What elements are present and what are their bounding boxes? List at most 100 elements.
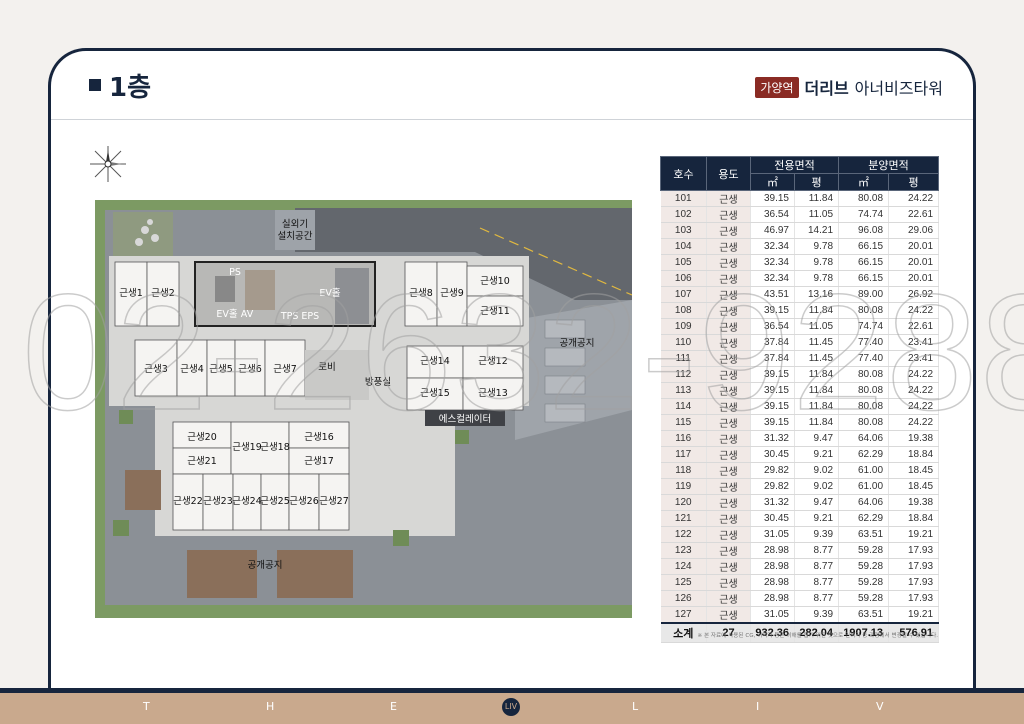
col-sale-pyeong: 평	[888, 173, 940, 191]
table-cell: 29.82	[750, 462, 795, 479]
footer-letter: T	[143, 700, 152, 713]
table-cell: 64.06	[838, 430, 890, 447]
table-cell: 23.41	[888, 350, 940, 367]
table-cell: 11.84	[794, 414, 840, 431]
table-row: 116 근생 31.32 9.47 64.06 19.38	[660, 430, 940, 447]
unit-label: 근생7	[273, 364, 297, 375]
label-open-space-right: 공개공지	[560, 338, 595, 349]
table-cell: 46.97	[750, 222, 795, 239]
table-cell: 120	[660, 494, 707, 511]
table-cell: 19.38	[888, 494, 940, 511]
table-row: 113 근생 39.15 11.84 80.08 24.22	[660, 382, 940, 399]
table-cell: 20.01	[888, 238, 940, 255]
table-row: 104 근생 32.34 9.78 66.15 20.01	[660, 238, 940, 255]
table-cell: 8.77	[794, 558, 840, 575]
table-cell: 11.84	[794, 382, 840, 399]
table-cell: 근생	[706, 286, 751, 303]
table-cell: 11.84	[794, 190, 840, 207]
table-cell: 112	[660, 366, 707, 383]
table-cell: 17.93	[888, 590, 940, 607]
table-cell: 9.39	[794, 526, 840, 543]
unit-label: 근생2	[151, 288, 175, 299]
table-cell: 근생	[706, 382, 751, 399]
table-row: 110 근생 37.84 11.45 77.40 23.41	[660, 334, 940, 351]
table-row: 111 근생 37.84 11.45 77.40 23.41	[660, 350, 940, 367]
table-cell: 39.15	[750, 302, 795, 319]
table-cell: 39.15	[750, 414, 795, 431]
station-tag: 가양역	[755, 76, 799, 98]
unit-label: 근생14	[420, 356, 450, 367]
table-cell: 근생	[706, 318, 751, 335]
table-cell: 근생	[706, 542, 751, 559]
label-ev-hall-2: EV홀	[319, 287, 341, 299]
table-cell: 39.15	[750, 190, 795, 207]
table-cell: 24.22	[888, 382, 940, 399]
table-cell: 근생	[706, 478, 751, 495]
table-cell: 26.92	[888, 286, 940, 303]
table-cell: 125	[660, 574, 707, 591]
label-open-space-bottom: 공개공지	[248, 560, 283, 571]
table-cell: 39.15	[750, 366, 795, 383]
unit-label: 근생19	[232, 442, 262, 453]
table-cell: 127	[660, 606, 707, 624]
brand-subtitle: 아너비즈타워	[854, 79, 943, 98]
table-cell: 24.22	[888, 414, 940, 431]
table-cell: 18.45	[888, 462, 940, 479]
unit-label: 근생11	[480, 306, 510, 317]
title-bullet	[89, 79, 101, 91]
table-cell: 9.78	[794, 238, 840, 255]
table-cell: 66.15	[838, 254, 890, 271]
table-cell: 28.98	[750, 542, 795, 559]
table-cell: 28.98	[750, 558, 795, 575]
table-cell: 59.28	[838, 574, 890, 591]
col-exclusive-area: 전용면적	[749, 156, 840, 174]
unit-label: 근생3	[144, 364, 168, 375]
table-cell: 63.51	[838, 606, 890, 624]
unit-label: 근생21	[187, 456, 217, 467]
lobby-area	[305, 350, 369, 400]
disclaimer-note: ※ 본 자료에 사용된 CG, 이미지 등은 이해를 돕기 위한 것으로 인허가…	[697, 633, 939, 639]
unit-label: 근생8	[409, 288, 433, 299]
table-row: 108 근생 39.15 11.84 80.08 24.22	[660, 302, 940, 319]
table-cell: 28.98	[750, 574, 795, 591]
unit-label: 근생17	[304, 456, 334, 467]
table-cell: 9.78	[794, 270, 840, 287]
table-cell: 22.61	[888, 318, 940, 335]
table-cell: 62.29	[838, 510, 890, 527]
table-cell: 근생	[706, 430, 751, 447]
unit-label: 근생15	[420, 388, 450, 399]
table-row: 103 근생 46.97 14.21 96.08 29.06	[660, 222, 940, 239]
label-ev-hall-1: EV홀	[216, 308, 238, 320]
table-cell: 근생	[706, 590, 751, 607]
table-cell: 9.21	[794, 510, 840, 527]
table-cell: 66.15	[838, 270, 890, 287]
table-cell: 121	[660, 510, 707, 527]
table-row: 105 근생 32.34 9.78 66.15 20.01	[660, 254, 940, 271]
table-cell: 103	[660, 222, 707, 239]
table-cell: 77.40	[838, 334, 890, 351]
col-ex-sqm: ㎡	[750, 173, 795, 191]
table-cell: 31.05	[750, 526, 795, 543]
unit-label: 근생13	[478, 388, 508, 399]
table-cell: 80.08	[838, 398, 890, 415]
table-row: 106 근생 32.34 9.78 66.15 20.01	[660, 270, 940, 287]
brand-name: 더리브	[804, 79, 849, 98]
table-cell: 17.93	[888, 558, 940, 575]
table-cell: 31.32	[750, 494, 795, 511]
table-row: 102 근생 36.54 11.05 74.74 22.61	[660, 206, 940, 223]
table-cell: 14.21	[794, 222, 840, 239]
table-cell: 근생	[706, 190, 751, 207]
table-cell: 11.45	[794, 350, 840, 367]
table-cell: 18.84	[888, 446, 940, 463]
unit-label: 근생9	[440, 288, 464, 299]
table-cell: 31.32	[750, 430, 795, 447]
table-cell: 9.39	[794, 606, 840, 624]
unit-label: 근생6	[238, 364, 262, 375]
table-cell: 43.51	[750, 286, 795, 303]
table-cell: 77.40	[838, 350, 890, 367]
footer-letter: I	[756, 700, 762, 713]
table-cell: 31.05	[750, 606, 795, 624]
table-cell: 근생	[706, 462, 751, 479]
table-cell: 111	[660, 350, 707, 367]
table-cell: 108	[660, 302, 707, 319]
